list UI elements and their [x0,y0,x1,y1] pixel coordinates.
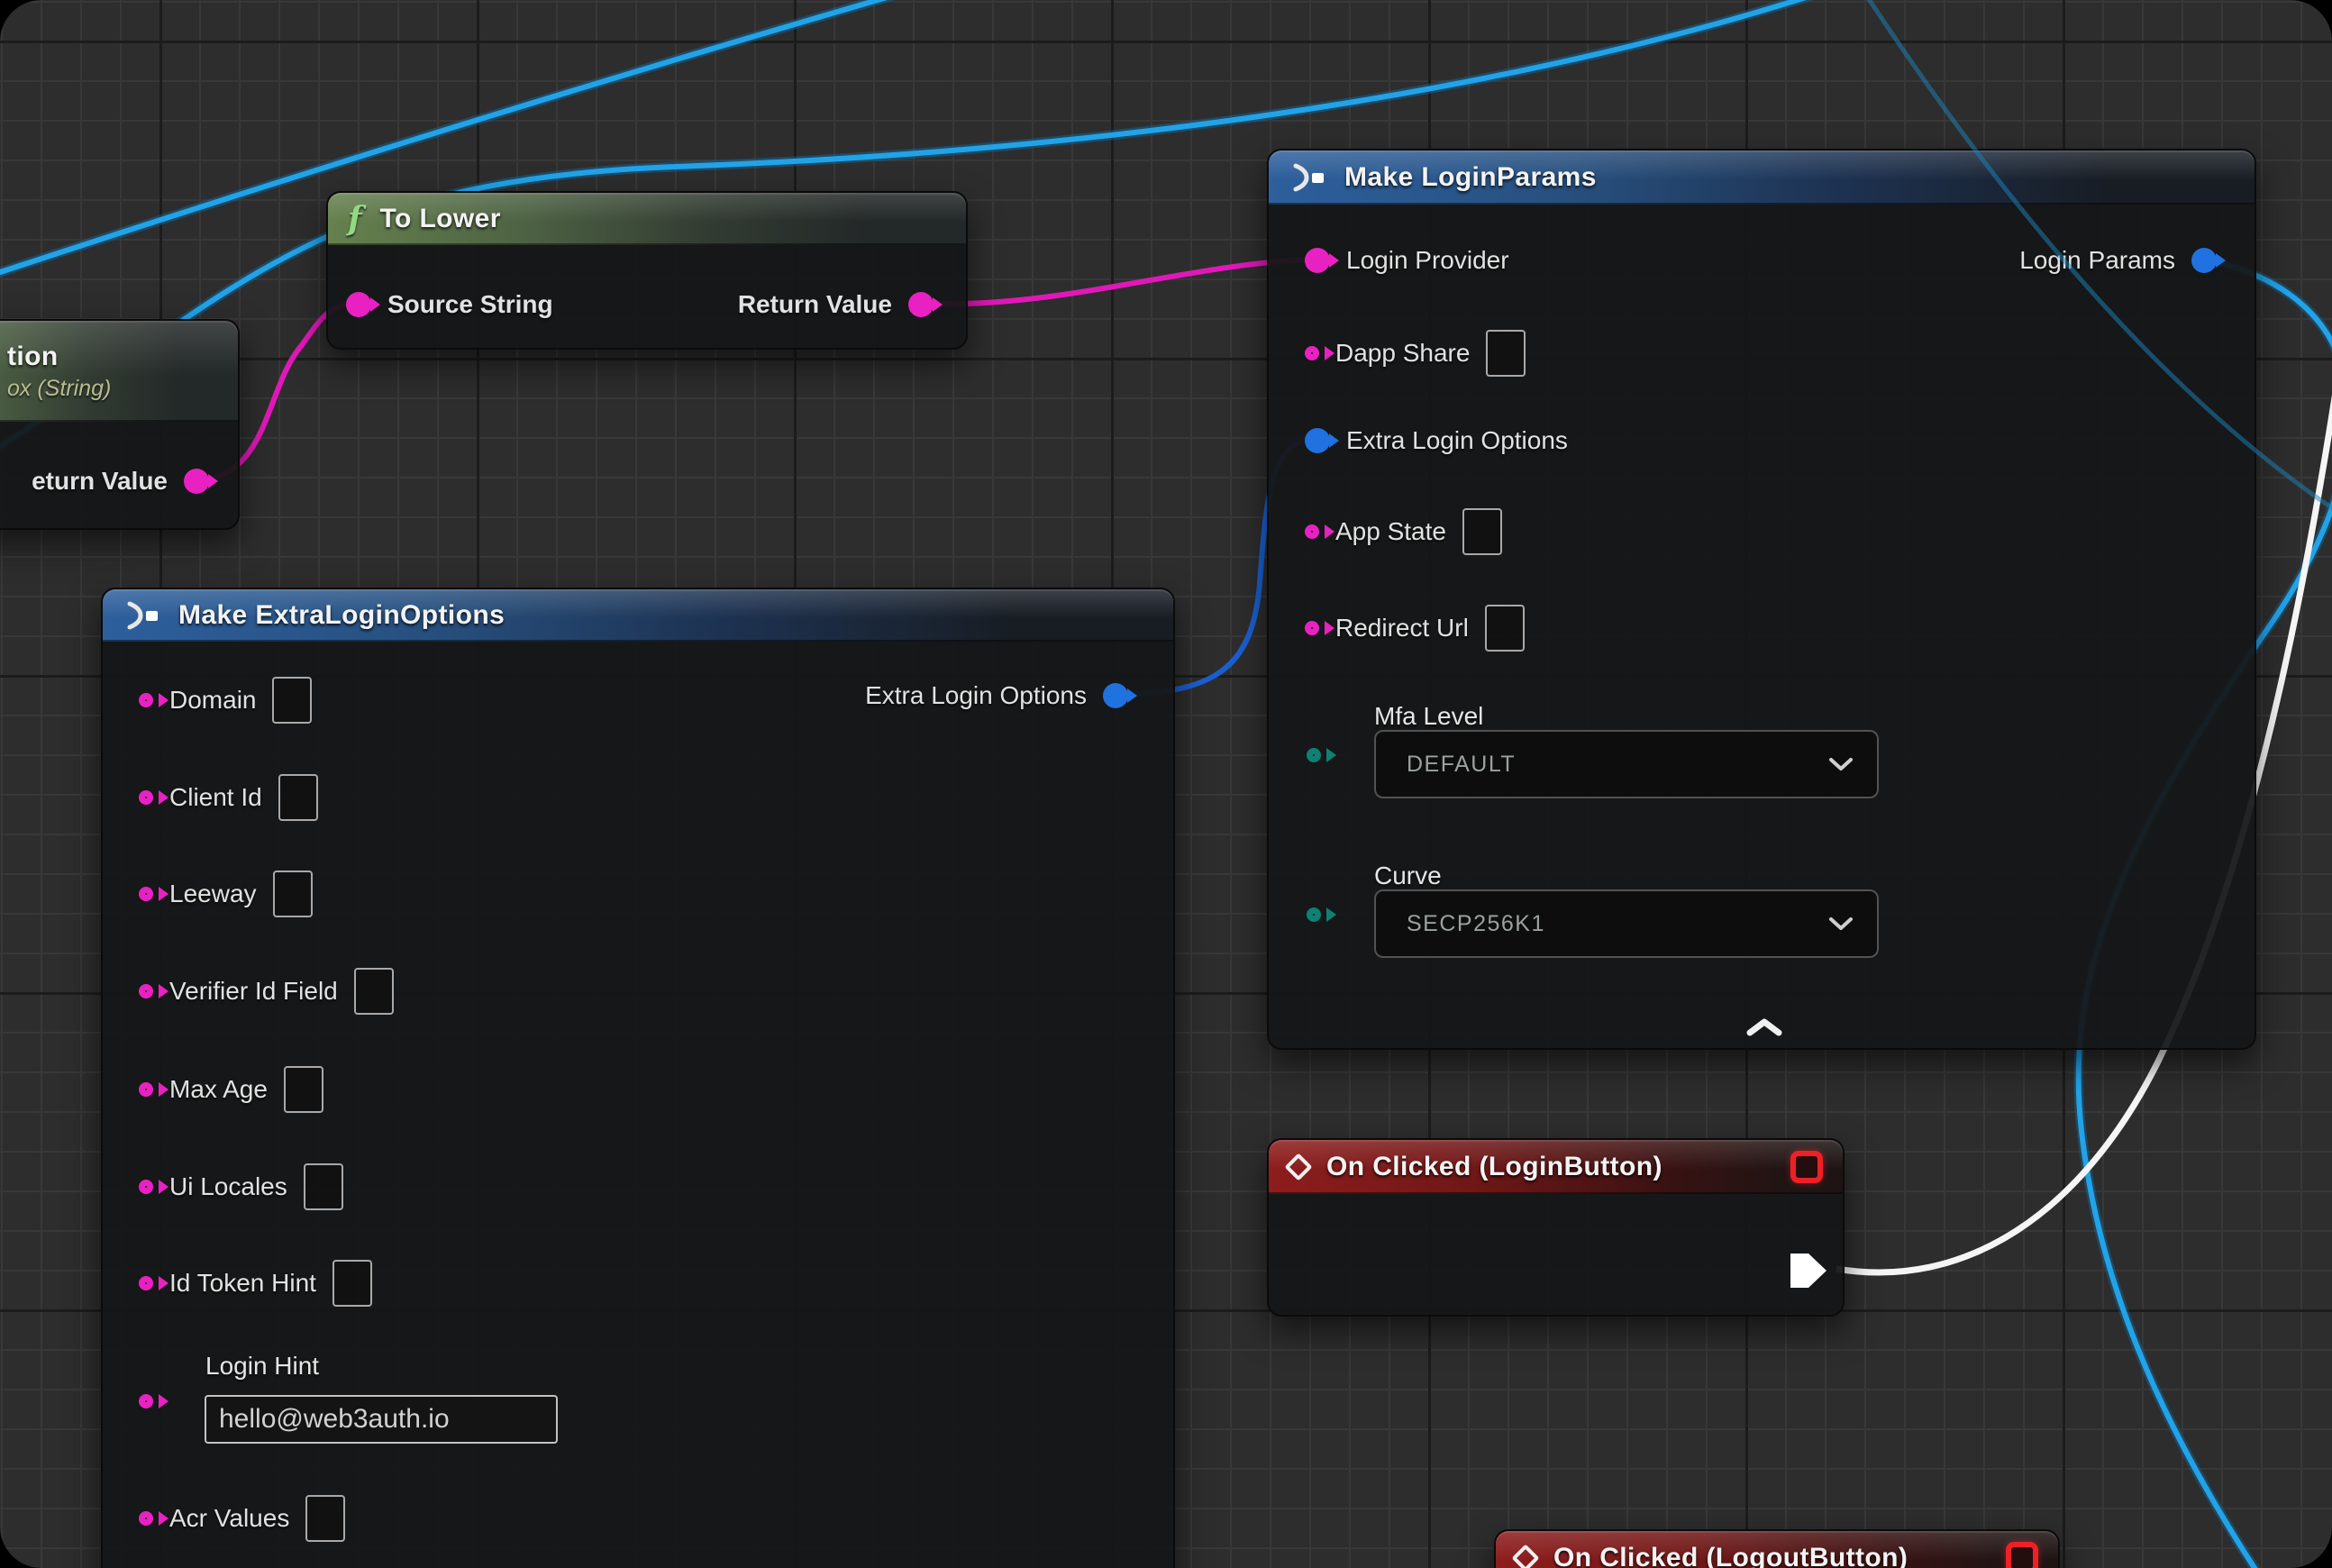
id-token-hint-value-box[interactable] [332,1260,372,1307]
ui-locales-value-box[interactable] [304,1163,343,1210]
pin-label-id-token-hint: Id Token Hint [169,1269,316,1298]
node-make-extra-header: Make ExtraLoginOptions [103,589,1173,642]
pin-ui-locales[interactable] [139,1180,153,1194]
leeway-value-box[interactable] [273,871,313,917]
node-to-lower[interactable]: f To Lower Source String Return Value [326,191,968,350]
curve-dropdown[interactable]: SECP256K1 [1374,889,1879,958]
node-get-text-partial[interactable]: tion ox (String) eturn Value [0,319,240,530]
node-on-clicked-login-title: On Clicked (LoginButton) [1326,1152,1662,1182]
pin-extra-login-options-in[interactable] [1305,428,1330,453]
mfa-level-value: DEFAULT [1407,752,1516,778]
node-on-clicked-logout-title: On Clicked (LogoutButton) [1553,1543,1908,1568]
pin-label-redirect-url: Redirect Url [1335,614,1469,643]
redirect-url-value-box[interactable] [1485,605,1525,652]
verifier-id-field-value-box[interactable] [354,968,394,1015]
pin-label-client-id: Client Id [169,783,262,812]
dapp-share-value-box[interactable] [1486,330,1526,377]
pin-login-provider[interactable] [1305,248,1330,273]
collapse-chevron-icon[interactable] [1744,1017,1784,1037]
acr-values-value-box[interactable] [305,1495,345,1542]
wire-tolower-to-provider[interactable] [912,260,1308,304]
pin-acr-values[interactable] [139,1511,153,1526]
node-make-extra-login-options[interactable]: Make ExtraLoginOptions Extra Login Optio… [101,588,1175,1568]
curve-value: SECP256K1 [1407,911,1545,937]
make-struct-icon [1289,162,1326,193]
blueprint-canvas[interactable]: tion ox (String) eturn Value f To Lower … [0,0,2332,1568]
node-get-text-title-fragment: tion [7,342,59,372]
chevron-down-icon [1828,916,1854,931]
pin-curve[interactable] [1307,907,1321,922]
pin-leeway[interactable] [139,887,153,901]
pin-label-verifier-id-field: Verifier Id Field [169,977,338,1006]
pin-dapp-share[interactable] [1305,346,1319,360]
max-age-value-box[interactable] [284,1066,323,1113]
pin-label-extra-login-options-out: Extra Login Options [865,681,1087,710]
node-make-login-params-header: Make LoginParams [1269,150,2255,205]
exec-out-pin[interactable] [1787,1250,1830,1291]
mfa-level-dropdown[interactable]: DEFAULT [1374,730,1879,798]
pin-label-app-state: App State [1335,517,1446,546]
domain-value-box[interactable] [272,677,312,724]
pin-verifier-id-field[interactable] [139,984,153,998]
pin-label-acr-values: Acr Values [169,1504,289,1533]
pin-extra-login-options-out[interactable] [1103,683,1128,708]
node-make-extra-title: Make ExtraLoginOptions [178,600,505,631]
node-on-clicked-logout[interactable]: On Clicked (LogoutButton) [1494,1529,2060,1568]
pin-login-params-out[interactable] [2191,248,2217,273]
client-id-value-box[interactable] [278,774,318,821]
pin-label-mfa-level: Mfa Level [1374,702,1483,731]
node-on-clicked-login[interactable]: On Clicked (LoginButton) [1267,1138,1845,1317]
pin-label-curve: Curve [1374,861,1442,890]
make-struct-icon [123,600,160,631]
pin-return-value-partial[interactable] [184,469,209,494]
pin-label-extra-login-options-in: Extra Login Options [1346,426,1568,455]
node-on-clicked-login-header: On Clicked (LoginButton) [1269,1140,1843,1194]
pin-id-token-hint[interactable] [139,1276,153,1290]
pin-app-state[interactable] [1305,524,1319,539]
node-get-text-header: tion ox (String) [0,321,238,422]
widget-bind-indicator-icon [2006,1542,2038,1568]
pin-label-source-string: Source String [387,290,553,319]
node-to-lower-header: f To Lower [328,193,966,245]
pin-label-dapp-share: Dapp Share [1335,339,1470,368]
pin-max-age[interactable] [139,1082,153,1097]
function-icon: f [348,203,362,235]
node-make-login-params[interactable]: Make LoginParams Login Provider Login Pa… [1267,149,2256,1050]
event-icon [1511,1544,1539,1568]
pin-mfa-level[interactable] [1307,748,1321,762]
chevron-down-icon [1828,757,1854,771]
pin-label-domain: Domain [169,686,256,715]
pin-label-max-age: Max Age [169,1075,268,1104]
node-on-clicked-logout-header: On Clicked (LogoutButton) [1496,1531,2058,1568]
pin-source-string[interactable] [346,292,371,317]
pin-label-login-provider: Login Provider [1346,246,1509,275]
widget-bind-indicator-icon [1790,1151,1823,1183]
app-state-value-box[interactable] [1462,508,1502,555]
pin-label-login-hint: Login Hint [205,1352,319,1381]
pin-login-hint[interactable] [139,1394,153,1408]
pin-label-leeway: Leeway [169,880,257,908]
pin-return-value[interactable] [908,292,934,317]
node-get-text-subtitle-fragment: ox (String) [7,376,111,402]
node-to-lower-title: To Lower [380,204,501,234]
pin-client-id[interactable] [139,790,153,805]
pin-label-login-params-out: Login Params [2019,246,2175,275]
pin-domain[interactable] [139,693,153,707]
event-icon [1284,1153,1312,1181]
pin-label-ui-locales: Ui Locales [169,1172,287,1201]
pin-redirect-url[interactable] [1305,621,1319,635]
pin-label-return-value-partial: eturn Value [32,467,168,496]
login-hint-input[interactable] [205,1395,558,1444]
node-make-login-params-title: Make LoginParams [1344,162,1597,193]
pin-label-return-value: Return Value [738,290,892,319]
